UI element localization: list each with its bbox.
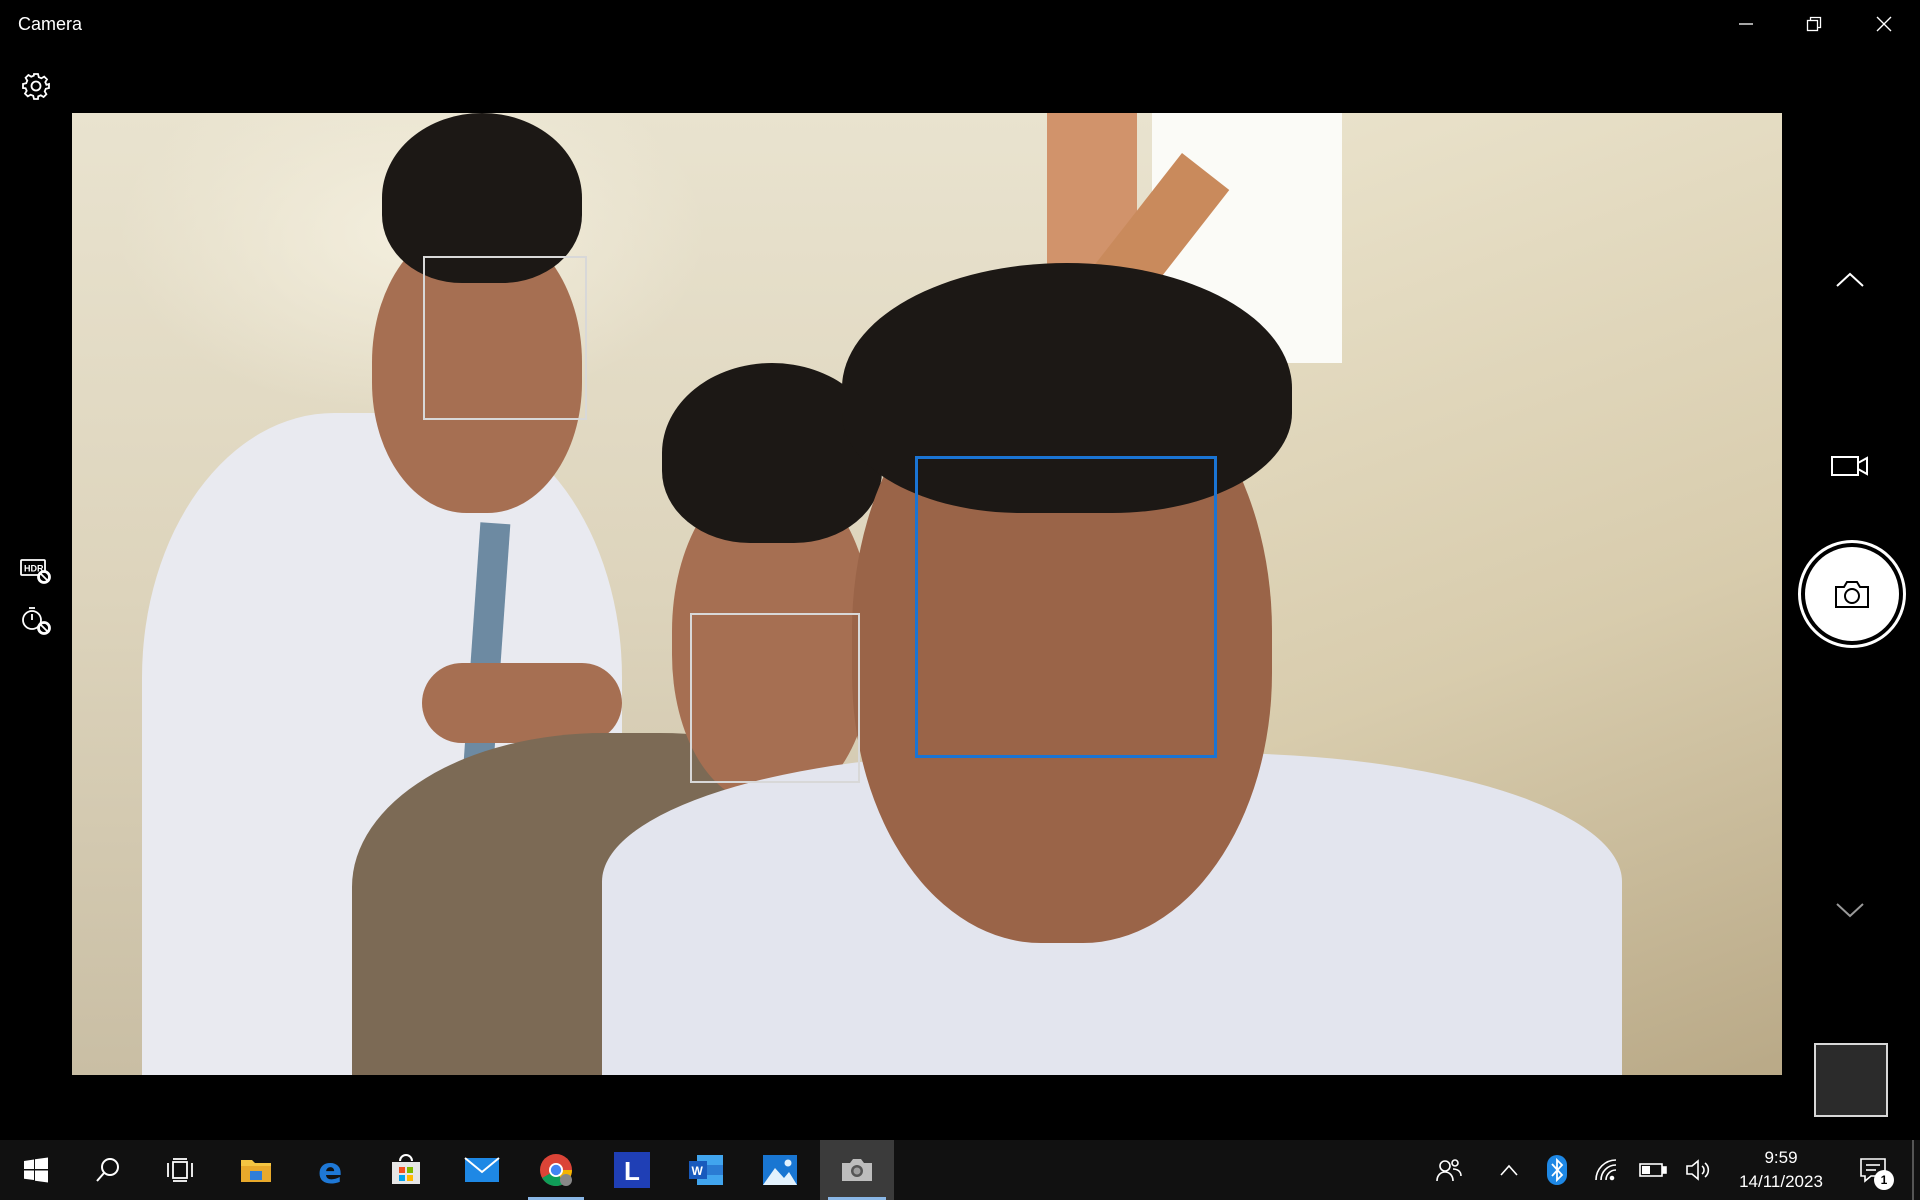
camera-app-button[interactable] bbox=[820, 1140, 894, 1200]
timer-toggle[interactable] bbox=[12, 596, 60, 644]
chevron-up-icon bbox=[1500, 1164, 1518, 1176]
minimize-icon bbox=[1739, 23, 1753, 25]
people-button[interactable] bbox=[1426, 1140, 1472, 1200]
face-detection-box bbox=[690, 613, 860, 783]
chrome-icon bbox=[540, 1154, 573, 1187]
edge-icon: e bbox=[318, 1153, 342, 1187]
hdr-toggle[interactable]: HDR bbox=[12, 546, 60, 594]
close-button[interactable] bbox=[1850, 0, 1918, 48]
svg-text:e: e bbox=[318, 1153, 342, 1187]
taskbar: e L W 9:59 14/11/2023 1 bbox=[0, 1140, 1920, 1200]
camera-viewfinder[interactable] bbox=[72, 113, 1782, 1075]
title-bar: Camera bbox=[0, 0, 1920, 48]
app-title: Camera bbox=[18, 14, 83, 34]
word-button[interactable]: W bbox=[670, 1140, 742, 1200]
wifi-button[interactable] bbox=[1584, 1140, 1630, 1200]
primary-face-detection-box bbox=[915, 456, 1217, 758]
l-app-button[interactable]: L bbox=[596, 1140, 668, 1200]
volume-button[interactable] bbox=[1676, 1140, 1722, 1200]
restore-icon bbox=[1806, 16, 1822, 32]
show-hidden-icons-button[interactable] bbox=[1486, 1140, 1532, 1200]
l-app-icon: L bbox=[614, 1152, 650, 1188]
restore-button[interactable] bbox=[1780, 0, 1848, 48]
taskbar-clock[interactable]: 9:59 14/11/2023 bbox=[1726, 1146, 1836, 1194]
chevron-up-icon bbox=[1836, 272, 1864, 287]
search-button[interactable] bbox=[72, 1140, 144, 1200]
scroll-up-button[interactable] bbox=[1826, 256, 1874, 304]
volume-icon bbox=[1686, 1159, 1710, 1181]
close-icon bbox=[1876, 16, 1892, 32]
folder-icon bbox=[241, 1160, 271, 1182]
photos-button[interactable] bbox=[744, 1140, 816, 1200]
minimize-button[interactable] bbox=[1712, 0, 1780, 48]
people-icon bbox=[1436, 1159, 1462, 1182]
settings-button[interactable] bbox=[12, 62, 60, 110]
timer-off-icon bbox=[22, 607, 51, 635]
hdr-off-icon: HDR bbox=[20, 559, 51, 584]
shutter-inner bbox=[1805, 547, 1899, 641]
scroll-down-button[interactable] bbox=[1826, 886, 1874, 934]
photos-icon bbox=[763, 1155, 797, 1185]
video-mode-button[interactable] bbox=[1826, 442, 1874, 490]
svg-text:L: L bbox=[624, 1156, 640, 1186]
bluetooth-icon bbox=[1547, 1155, 1567, 1185]
edge-button[interactable]: e bbox=[296, 1140, 368, 1200]
camera-icon bbox=[1835, 581, 1869, 608]
mail-button[interactable] bbox=[446, 1140, 518, 1200]
bluetooth-button[interactable] bbox=[1534, 1140, 1580, 1200]
last-capture-thumbnail[interactable] bbox=[1814, 1043, 1888, 1117]
search-icon bbox=[96, 1158, 119, 1182]
start-button[interactable] bbox=[0, 1140, 72, 1200]
notification-count-badge: 1 bbox=[1874, 1170, 1894, 1190]
show-desktop-button[interactable] bbox=[1912, 1140, 1914, 1200]
action-center-button[interactable]: 1 bbox=[1848, 1140, 1898, 1200]
battery-button[interactable] bbox=[1630, 1140, 1676, 1200]
face-detection-box bbox=[423, 256, 587, 420]
file-explorer-button[interactable] bbox=[220, 1140, 292, 1200]
clock-date: 14/11/2023 bbox=[1739, 1172, 1823, 1191]
wifi-icon bbox=[1595, 1159, 1617, 1181]
person-left-hand bbox=[422, 663, 622, 743]
svg-text:W: W bbox=[692, 1164, 704, 1178]
mail-icon bbox=[464, 1157, 500, 1182]
word-icon: W bbox=[689, 1155, 723, 1185]
chrome-button[interactable] bbox=[520, 1140, 592, 1200]
store-icon bbox=[392, 1154, 420, 1184]
store-button[interactable] bbox=[370, 1140, 442, 1200]
task-view-button[interactable] bbox=[144, 1140, 216, 1200]
task-view-icon bbox=[167, 1158, 193, 1182]
video-camera-icon bbox=[1831, 456, 1868, 476]
battery-icon bbox=[1639, 1163, 1667, 1177]
gear-icon bbox=[22, 73, 50, 100]
take-photo-button[interactable] bbox=[1798, 540, 1906, 648]
chevron-down-icon bbox=[1836, 903, 1864, 918]
clock-time: 9:59 bbox=[1764, 1148, 1798, 1167]
camera-app-icon bbox=[842, 1159, 872, 1181]
windows-logo-icon bbox=[24, 1157, 48, 1183]
